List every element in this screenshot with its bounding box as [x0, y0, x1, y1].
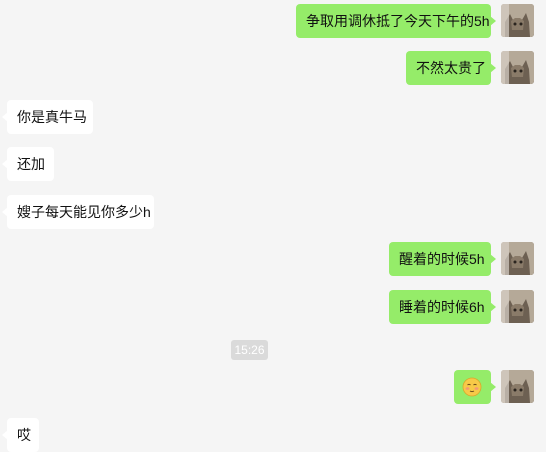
message-bubble-outgoing[interactable]: 睡着的时候6h	[389, 290, 496, 324]
message-bubble-incoming[interactable]: 嫂子每天能见你多少h	[2, 195, 154, 229]
cat-avatar-icon[interactable]	[501, 370, 534, 403]
cat-avatar-icon[interactable]	[501, 242, 534, 275]
message-bubble-outgoing[interactable]: 不然太贵了	[406, 51, 496, 85]
cat-avatar-icon[interactable]	[501, 290, 534, 323]
message-bubble-incoming[interactable]: 你是真牛马	[2, 100, 93, 134]
message-bubble-incoming[interactable]: 哎	[2, 418, 39, 452]
message-timestamp: 15:26	[231, 340, 268, 360]
message-bubble-outgoing[interactable]: 争取用调休抵了今天下午的5h	[296, 4, 496, 38]
cat-avatar-icon[interactable]	[501, 4, 534, 37]
message-bubble-outgoing[interactable]	[454, 370, 496, 404]
message-bubble-incoming[interactable]: 还加	[2, 147, 54, 181]
cat-avatar-icon[interactable]	[501, 51, 534, 84]
message-bubble-outgoing[interactable]: 醒着的时候5h	[389, 242, 496, 276]
blushing-face-emoji	[462, 377, 482, 397]
chat-history: 争取用调休抵了今天下午的5h 不然太贵了 你是真牛马 还加 嫂子每天能见你多少h…	[0, 0, 546, 452]
